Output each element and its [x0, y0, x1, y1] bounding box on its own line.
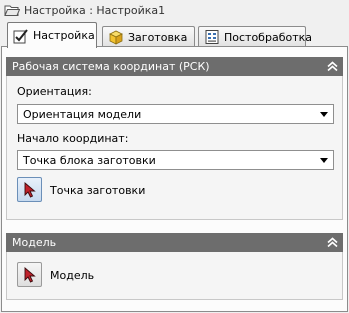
- dropdown-arrow-icon: [320, 112, 328, 117]
- model-select-label: Модель: [50, 269, 95, 282]
- tab-postprocess-label: Постобработка: [224, 30, 312, 44]
- collapse-chevron-up-icon[interactable]: [326, 236, 339, 249]
- orientation-select[interactable]: Ориентация модели: [17, 104, 334, 124]
- wcs-panel-body: Ориентация: Ориентация модели Начало коо…: [6, 76, 343, 220]
- tab-settings-label: Настройка: [33, 29, 95, 42]
- collapse-chevron-up-icon[interactable]: [326, 60, 339, 73]
- origin-label: Начало координат:: [17, 132, 129, 145]
- postprocessor-icon: [205, 30, 219, 44]
- stock-point-button[interactable]: [17, 177, 42, 202]
- tab-postprocess[interactable]: Постобработка: [198, 26, 312, 47]
- dropdown-arrow-icon: [320, 158, 328, 163]
- model-select-button[interactable]: [17, 262, 42, 287]
- orientation-label: Ориентация:: [17, 85, 92, 98]
- model-panel-title: Модель: [12, 236, 57, 249]
- origin-value: Точка блока заготовки: [23, 153, 156, 167]
- tab-content: Рабочая система координат (РСК) Ориентац…: [1, 46, 348, 312]
- tab-settings[interactable]: Настройка: [7, 22, 97, 48]
- cursor-arrow-icon: [24, 181, 36, 198]
- tab-stock-label: Заготовка: [128, 30, 188, 44]
- orientation-value: Ориентация модели: [23, 107, 142, 121]
- model-panel-body: Модель: [6, 252, 343, 300]
- stock-point-label: Точка заготовки: [50, 184, 146, 197]
- window-title: Настройка : Настройка1: [24, 3, 166, 17]
- tab-stock[interactable]: Заготовка: [102, 26, 195, 47]
- origin-select[interactable]: Точка блока заготовки: [17, 150, 334, 170]
- tab-bar: Настройка Заготовка Постобработка: [0, 21, 349, 48]
- title-bar: Настройка : Настройка1: [0, 0, 349, 20]
- settings-check-icon: [13, 28, 28, 43]
- folder-open-icon: [4, 5, 20, 16]
- cursor-arrow-icon: [24, 266, 36, 283]
- stock-cube-icon: [109, 30, 123, 45]
- wcs-panel-title: Рабочая система координат (РСК): [12, 60, 210, 73]
- wcs-panel-header[interactable]: Рабочая система координат (РСК): [6, 57, 343, 76]
- model-panel-header[interactable]: Модель: [6, 233, 343, 252]
